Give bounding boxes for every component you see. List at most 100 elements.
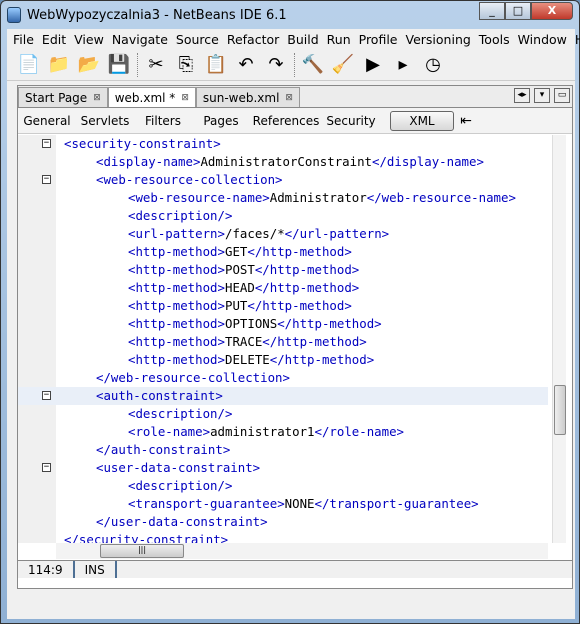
paste-icon[interactable]: 📋 xyxy=(204,53,228,77)
title-bar: WebWypozyczalnia3 - NetBeans IDE 6.1 xyxy=(7,3,287,27)
open-project-icon[interactable]: 📂 xyxy=(77,53,101,77)
build-icon[interactable]: 🔨 xyxy=(301,53,325,77)
xml-text: Administrator xyxy=(269,190,367,205)
xml-text: DELETE xyxy=(224,352,270,367)
view-tab-security[interactable]: Security xyxy=(322,114,380,128)
code-text: <http-method>HEAD</http-method> xyxy=(128,279,359,297)
view-tab-servlets[interactable]: Servlets xyxy=(76,114,134,128)
menu-window[interactable]: Window xyxy=(514,32,571,47)
menu-run[interactable]: Run xyxy=(323,32,355,47)
new-file-icon[interactable]: 📄 xyxy=(17,53,41,77)
profile-icon[interactable]: ◷ xyxy=(421,53,445,77)
view-tab-general[interactable]: General xyxy=(18,114,76,128)
code-text: <description/> xyxy=(128,405,232,423)
code-line: <http-method>OPTIONS</http-method> xyxy=(18,315,548,333)
close-tab-icon[interactable]: ⊠ xyxy=(181,93,189,103)
code-text: <web-resource-name>Administrator</web-re… xyxy=(128,189,516,207)
scroll-tabs-button[interactable]: ◂▸ xyxy=(514,88,530,103)
minimize-button[interactable]: _ xyxy=(479,2,505,20)
scroll-thumb[interactable] xyxy=(554,385,566,435)
fold-toggle-icon[interactable]: − xyxy=(42,139,51,148)
copy-icon[interactable]: ⎘ xyxy=(174,53,198,77)
maximize-button[interactable]: □ xyxy=(505,2,531,20)
fold-toggle-icon[interactable]: − xyxy=(42,391,51,400)
vertical-scrollbar[interactable] xyxy=(552,135,566,543)
menu-edit[interactable]: Edit xyxy=(38,32,70,47)
xml-tag: <role-name> xyxy=(128,424,211,439)
cursor-position: 114:9 xyxy=(18,561,75,578)
menu-help[interactable]: Help xyxy=(571,32,580,47)
code-text: <http-method>POST</http-method> xyxy=(128,261,359,279)
menu-source[interactable]: Source xyxy=(172,32,223,47)
view-tab-references[interactable]: References xyxy=(250,114,322,128)
code-text: <url-pattern>/faces/*</url-pattern> xyxy=(128,225,389,243)
close-tab-icon[interactable]: ⊠ xyxy=(285,93,293,103)
status-bar: 114:9 INS xyxy=(18,560,572,578)
menu-profile[interactable]: Profile xyxy=(355,32,402,47)
menu-navigate[interactable]: Navigate xyxy=(108,32,172,47)
code-text: </auth-constraint> xyxy=(96,441,230,459)
code-line: </auth-constraint> xyxy=(18,441,548,459)
xml-tag: <display-name> xyxy=(96,154,201,169)
toggle-bookmark-icon[interactable]: ⇤ xyxy=(454,109,478,133)
code-line: </user-data-constraint> xyxy=(18,513,548,531)
menu-file[interactable]: File xyxy=(9,32,38,47)
menu-bar: File Edit View Navigate Source Refactor Build R… xyxy=(7,29,580,49)
code-line: − <auth-constraint> xyxy=(18,387,548,405)
menu-tools[interactable]: Tools xyxy=(475,32,514,47)
menu-build[interactable]: Build xyxy=(283,32,322,47)
run-icon[interactable]: ▶ xyxy=(361,53,385,77)
close-tab-icon[interactable]: ⊠ xyxy=(93,93,101,103)
maximize-editor-button[interactable]: ▭ xyxy=(554,88,570,103)
xml-tag: <user-data-constraint> xyxy=(96,460,261,475)
xml-text: /faces/* xyxy=(224,226,285,241)
redo-icon[interactable]: ↷ xyxy=(264,53,288,77)
tab-startpage[interactable]: Start Page ⊠ xyxy=(18,87,108,107)
code-text: <transport-guarantee>NONE</transport-gua… xyxy=(128,495,479,513)
menu-refactor[interactable]: Refactor xyxy=(223,32,283,47)
clean-build-icon[interactable]: 🧹 xyxy=(331,53,355,77)
code-line: <web-resource-name>Administrator</web-re… xyxy=(18,189,548,207)
horizontal-scrollbar[interactable]: ||| xyxy=(56,543,548,559)
xml-tag: <url-pattern> xyxy=(128,226,225,241)
save-all-icon[interactable]: 💾 xyxy=(107,53,131,77)
view-tab-filters[interactable]: Filters xyxy=(134,114,192,128)
view-tab-xml[interactable]: XML xyxy=(390,110,454,131)
fold-toggle-icon[interactable]: − xyxy=(42,463,51,472)
editor-pane: ◂▸ ▾ ▭ Start Page ⊠ web.xml * ⊠ sun-web.xml ⊠… xyxy=(17,85,573,589)
xml-text: administrator1 xyxy=(210,424,315,439)
code-text: <http-method>OPTIONS</http-method> xyxy=(128,315,382,333)
view-tab-pages[interactable]: Pages xyxy=(192,114,250,128)
ide-window: WebWypozyczalnia3 - NetBeans IDE 6.1 _ □… xyxy=(0,0,580,624)
cut-icon[interactable]: ✂ xyxy=(144,53,168,77)
new-project-icon[interactable]: 📁 xyxy=(47,53,71,77)
fold-toggle-icon[interactable]: − xyxy=(42,175,51,184)
show-opened-documents-button[interactable]: ▾ xyxy=(534,88,550,103)
undo-icon[interactable]: ↶ xyxy=(234,53,258,77)
xml-tag: <description/> xyxy=(128,406,233,421)
tab-sunwebxml[interactable]: sun-web.xml ⊠ xyxy=(195,87,300,107)
tab-label: Start Page xyxy=(25,90,88,105)
xml-text: NONE xyxy=(284,496,315,511)
toolbar-separator xyxy=(294,52,295,77)
xml-tag: <auth-constraint> xyxy=(96,388,223,403)
scroll-thumb[interactable]: ||| xyxy=(100,544,184,558)
code-line: <http-method>GET</http-method> xyxy=(18,243,548,261)
code-line: <url-pattern>/faces/*</url-pattern> xyxy=(18,225,548,243)
code-text: <auth-constraint> xyxy=(96,387,223,405)
code-text: <user-data-constraint> xyxy=(96,459,260,477)
close-button[interactable]: X xyxy=(531,2,573,20)
netbeans-icon xyxy=(7,7,21,23)
code-text: <web-resource-collection> xyxy=(96,171,283,189)
toolbar: 📄 📁 📂 💾 ✂ ⎘ 📋 ↶ ↷ 🔨 🧹 ▶ ▸ ◷ xyxy=(7,49,575,81)
menu-view[interactable]: View xyxy=(70,32,108,47)
code-text: <security-constraint> xyxy=(64,135,221,153)
code-line: <transport-guarantee>NONE</transport-gua… xyxy=(18,495,548,513)
debug-icon[interactable]: ▸ xyxy=(391,53,415,77)
menu-versioning[interactable]: Versioning xyxy=(402,32,475,47)
tab-webxml[interactable]: web.xml * ⊠ xyxy=(107,87,196,107)
code-editor[interactable]: − <security-constraint> <display-name> Admi… xyxy=(18,135,548,543)
xml-tag: </user-data-constraint> xyxy=(96,514,268,529)
xml-tag: </role-name> xyxy=(314,424,405,439)
code-text: <http-method>DELETE</http-method> xyxy=(128,351,374,369)
